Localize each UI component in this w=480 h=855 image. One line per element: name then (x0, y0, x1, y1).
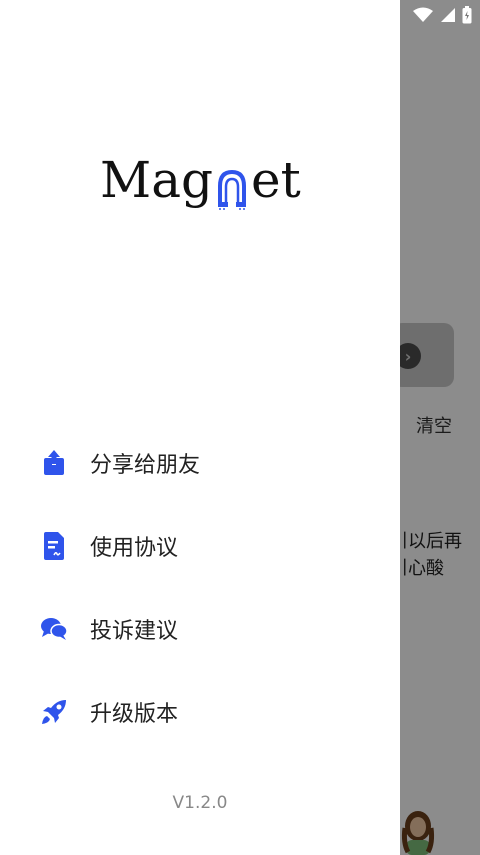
document-icon (40, 532, 68, 560)
menu-item-agreement[interactable]: 使用协议 (40, 521, 360, 571)
wifi-icon (413, 7, 433, 22)
menu-item-label: 使用协议 (90, 536, 179, 561)
navigation-drawer: Mag et 分享给朋友 使用协议 投诉建议 升级版本 V1.2.0 (0, 0, 400, 855)
share-icon (40, 449, 68, 477)
menu-item-upgrade[interactable]: 升级版本 (40, 687, 360, 737)
menu-item-label: 升级版本 (90, 702, 179, 727)
menu-item-label: 投诉建议 (90, 619, 179, 644)
magnet-icon (218, 169, 247, 210)
logo-text-right: et (251, 151, 301, 209)
signal-icon (441, 8, 455, 22)
menu-item-feedback[interactable]: 投诉建议 (40, 604, 360, 654)
status-bar (412, 6, 472, 24)
menu-item-share[interactable]: 分享给朋友 (40, 438, 360, 488)
logo-text-left: Mag (100, 151, 214, 209)
app-version: V1.2.0 (172, 793, 228, 813)
battery-icon (462, 6, 472, 24)
app-logo: Mag et (100, 150, 310, 222)
chat-bubbles-icon (40, 615, 68, 643)
rocket-icon (40, 698, 68, 726)
menu-item-label: 分享给朋友 (90, 453, 201, 478)
